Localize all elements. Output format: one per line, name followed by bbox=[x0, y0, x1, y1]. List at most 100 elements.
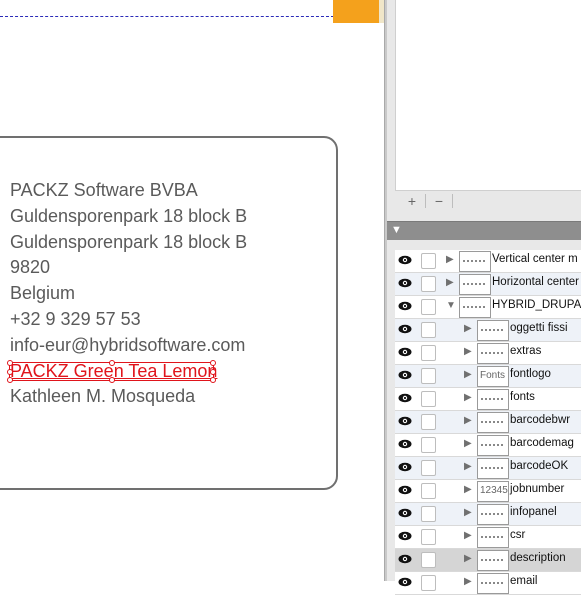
disclosure-triangle-icon[interactable]: ▼ bbox=[446, 300, 456, 311]
eye-icon[interactable] bbox=[398, 508, 412, 518]
layer-name: extras bbox=[510, 345, 542, 357]
lock-toggle[interactable] bbox=[421, 460, 436, 476]
lock-toggle[interactable] bbox=[421, 368, 436, 384]
lock-toggle[interactable] bbox=[421, 552, 436, 568]
lock-toggle[interactable] bbox=[421, 529, 436, 545]
eye-icon[interactable] bbox=[398, 439, 412, 449]
selected-text-line[interactable]: PACKZ Green Tea Lemon bbox=[10, 359, 217, 385]
disclosure-triangle-icon[interactable]: ▶ bbox=[464, 461, 472, 472]
lock-toggle[interactable] bbox=[421, 414, 436, 430]
layer-row[interactable]: ▶ email bbox=[395, 572, 581, 595]
disclosure-triangle-icon[interactable]: ▶ bbox=[464, 576, 472, 587]
layer-name: barcodebwr bbox=[510, 414, 571, 426]
disclosure-triangle-icon[interactable]: ▶ bbox=[464, 553, 472, 564]
disclosure-triangle-icon[interactable]: ▶ bbox=[464, 369, 472, 380]
lock-toggle[interactable] bbox=[421, 391, 436, 407]
layer-row[interactable]: ▶ description bbox=[395, 549, 581, 572]
layer-row[interactable]: ▶ fonts bbox=[395, 388, 581, 411]
layers-header[interactable]: ▼ bbox=[387, 221, 581, 240]
layer-name: email bbox=[510, 575, 538, 587]
disclosure-triangle-icon[interactable]: ▶ bbox=[464, 415, 472, 426]
thumbnail-content bbox=[463, 260, 487, 262]
disclosure-triangle-icon[interactable]: ▶ bbox=[464, 346, 472, 357]
collapse-triangle-icon[interactable]: ▼ bbox=[391, 224, 402, 236]
remove-button[interactable]: − bbox=[426, 193, 452, 209]
company-line: PACKZ Software BVBA bbox=[10, 180, 198, 200]
lock-toggle[interactable] bbox=[421, 506, 436, 522]
layer-thumbnail: 12345 bbox=[477, 481, 509, 502]
address-text-block[interactable]: PACKZ Software BVBA Guldensporenpark 18 … bbox=[7, 178, 248, 410]
layer-row[interactable]: ▶ infopanel bbox=[395, 503, 581, 526]
disclosure-triangle-icon[interactable]: ▶ bbox=[446, 254, 454, 265]
eye-icon[interactable] bbox=[398, 485, 412, 495]
layer-thumbnail bbox=[459, 297, 491, 318]
layer-thumbnail bbox=[477, 435, 509, 456]
eye-icon[interactable] bbox=[398, 347, 412, 357]
layer-thumbnail bbox=[477, 527, 509, 548]
layer-list: ▶ Vertical center m ▶ Horizontal center ▼ HYB… bbox=[395, 250, 581, 595]
eye-icon[interactable] bbox=[398, 255, 412, 265]
lock-toggle[interactable] bbox=[421, 299, 436, 315]
disclosure-triangle-icon[interactable]: ▶ bbox=[464, 530, 472, 541]
eye-icon[interactable] bbox=[398, 462, 412, 472]
eye-icon[interactable] bbox=[398, 531, 412, 541]
separator bbox=[452, 194, 453, 208]
thumbnail-content bbox=[481, 559, 505, 561]
lock-toggle[interactable] bbox=[421, 322, 436, 338]
eye-icon[interactable] bbox=[398, 301, 412, 311]
disclosure-triangle-icon[interactable]: ▶ bbox=[446, 277, 454, 288]
guide-line[interactable] bbox=[0, 16, 334, 17]
layer-thumbnail bbox=[477, 573, 509, 594]
layer-row[interactable]: ▶ Vertical center m bbox=[395, 250, 581, 273]
lock-toggle[interactable] bbox=[421, 575, 436, 591]
selected-text-line-wrap[interactable]: PACKZ Green Tea Lemon bbox=[7, 359, 247, 385]
lock-toggle[interactable] bbox=[421, 437, 436, 453]
layer-row[interactable]: ▼ HYBRID_DRUPA_ bbox=[395, 296, 581, 319]
lock-toggle[interactable] bbox=[421, 483, 436, 499]
eye-icon[interactable] bbox=[398, 324, 412, 334]
layer-thumbnail bbox=[477, 320, 509, 341]
thumbnail-content bbox=[481, 329, 505, 331]
disclosure-triangle-icon[interactable]: ▶ bbox=[464, 507, 472, 518]
layer-name: jobnumber bbox=[510, 483, 565, 495]
layers-panel: + − ▼ ▶ Vertical center m ▶ Horizontal cent… bbox=[387, 0, 581, 595]
layer-name: oggetti fissi bbox=[510, 322, 568, 334]
layer-row[interactable]: ▶ csr bbox=[395, 526, 581, 549]
eye-icon[interactable] bbox=[398, 370, 412, 380]
thumbnail-content bbox=[481, 444, 505, 446]
disclosure-triangle-icon[interactable]: ▶ bbox=[464, 323, 472, 334]
layer-thumbnail bbox=[477, 550, 509, 571]
orange-object[interactable] bbox=[333, 0, 383, 23]
disclosure-triangle-icon[interactable]: ▶ bbox=[464, 392, 472, 403]
disclosure-triangle-icon[interactable]: ▶ bbox=[464, 484, 472, 495]
add-button[interactable]: + bbox=[399, 193, 425, 209]
document-canvas[interactable]: PACKZ Software BVBA Guldensporenpark 18 … bbox=[0, 0, 386, 581]
lock-toggle[interactable] bbox=[421, 253, 436, 269]
layer-row[interactable]: ▶ extras bbox=[395, 342, 581, 365]
layer-row[interactable]: ▶ barcodeOK bbox=[395, 457, 581, 480]
lock-toggle[interactable] bbox=[421, 345, 436, 361]
layer-name: barcodeOK bbox=[510, 460, 569, 472]
layer-name: description bbox=[510, 552, 566, 564]
eye-icon[interactable] bbox=[398, 278, 412, 288]
eye-icon[interactable] bbox=[398, 393, 412, 403]
name-line: Kathleen M. Mosqueda bbox=[10, 386, 196, 407]
layer-name: barcodemag bbox=[510, 437, 574, 449]
add-remove-bar: + − bbox=[399, 193, 453, 209]
layer-row[interactable]: ▶ barcodebwr bbox=[395, 411, 581, 434]
layer-row[interactable]: ▶ oggetti fissi bbox=[395, 319, 581, 342]
lock-toggle[interactable] bbox=[421, 276, 436, 292]
eye-icon[interactable] bbox=[398, 554, 412, 564]
layer-row[interactable]: ▶ Fonts fontlogo bbox=[395, 365, 581, 388]
layer-thumbnail bbox=[477, 389, 509, 410]
layer-thumbnail bbox=[477, 412, 509, 433]
street-line-2: Guldensporenpark 18 block B bbox=[10, 231, 248, 252]
layer-row[interactable]: ▶ 12345 jobnumber bbox=[395, 480, 581, 503]
disclosure-triangle-icon[interactable]: ▶ bbox=[464, 438, 472, 449]
layer-row[interactable]: ▶ Horizontal center bbox=[395, 273, 581, 296]
eye-icon[interactable] bbox=[398, 416, 412, 426]
thumbnail-label: 12345 bbox=[480, 485, 508, 496]
eye-icon[interactable] bbox=[398, 577, 412, 587]
layer-row[interactable]: ▶ barcodemag bbox=[395, 434, 581, 457]
layer-thumbnail bbox=[459, 274, 491, 295]
